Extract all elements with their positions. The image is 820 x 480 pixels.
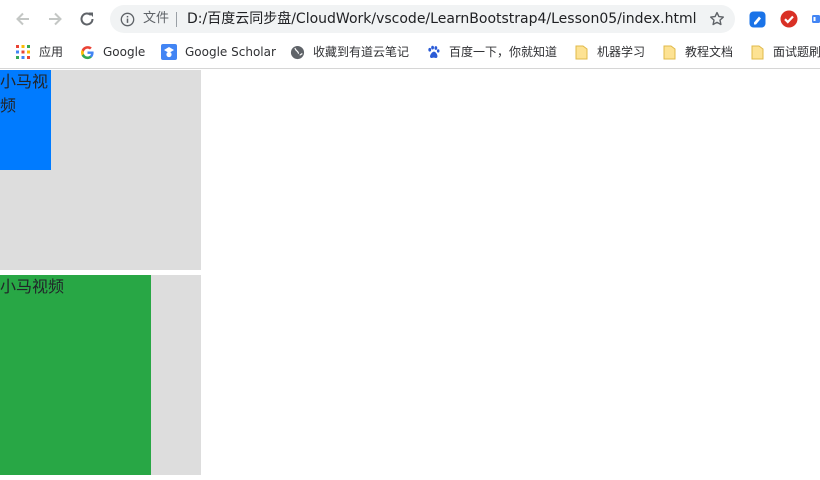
forward-arrow-icon [49, 12, 62, 26]
bookmark-baidu[interactable]: 百度一下，你就知道 [425, 43, 557, 61]
address-bar[interactable]: 文件 D:/百度云同步盘/CloudWork/vscode/LearnBoots… [110, 5, 735, 33]
extension-partial-icon[interactable] [812, 10, 820, 28]
bookmark-folder-ml[interactable]: 机器学习 [573, 43, 645, 61]
folder-icon [749, 44, 765, 60]
green-box-video-text: 小马视频 [0, 275, 151, 475]
back-arrow-icon [16, 12, 29, 26]
browser-toolbar: 文件 D:/百度云同步盘/CloudWork/vscode/LearnBoots… [0, 0, 820, 37]
back-button[interactable] [12, 8, 34, 30]
bookmark-apps[interactable]: 应用 [15, 43, 63, 61]
bookmark-label: 机器学习 [597, 45, 646, 59]
bookmark-label: 收藏到有道云笔记 [313, 45, 410, 59]
bookmark-label: Google [103, 45, 146, 59]
globe-icon [289, 44, 305, 60]
bookmarks-bar: 应用 Google Google Scholar 收藏到有道云笔记 百度一下，你… [0, 37, 820, 69]
baidu-paw-icon [425, 44, 441, 60]
bookmark-folder-docs[interactable]: 教程文档 [661, 43, 733, 61]
bookmark-label: 百度一下，你就知道 [449, 45, 558, 59]
google-icon [79, 44, 95, 60]
address-url[interactable]: D:/百度云同步盘/CloudWork/vscode/LearnBootstra… [187, 10, 697, 28]
bookmark-star-icon[interactable] [708, 10, 726, 28]
forward-button[interactable] [44, 8, 66, 30]
bookmark-label: Google Scholar [185, 45, 276, 59]
google-scholar-icon [161, 44, 177, 60]
bookmark-folder-interview[interactable]: 面试题刷 [749, 43, 820, 61]
extension-blue-icon[interactable] [748, 10, 766, 28]
bookmark-youdao[interactable]: 收藏到有道云笔记 [289, 43, 409, 61]
page-content: 小马视频 小马视频 [0, 69, 820, 480]
bookmark-google[interactable]: Google [79, 43, 145, 61]
reload-icon [80, 12, 94, 26]
bookmark-label: 教程文档 [685, 45, 734, 59]
apps-grid-icon [15, 44, 31, 60]
bookmark-label: 应用 [39, 45, 64, 59]
folder-icon [661, 44, 677, 60]
gray-container-1: 小马视频 [0, 70, 201, 270]
folder-icon [573, 44, 589, 60]
blue-box-video-text: 小马视频 [0, 70, 51, 170]
address-file-label: 文件 [143, 11, 170, 26]
gray-container-2: 小马视频 [0, 275, 201, 475]
extension-red-check-icon[interactable] [780, 10, 798, 28]
bookmark-label: 面试题刷 [773, 45, 820, 59]
address-separator [176, 12, 177, 27]
info-icon[interactable] [119, 11, 135, 27]
bookmark-google-scholar[interactable]: Google Scholar [161, 43, 276, 61]
reload-button[interactable] [76, 8, 98, 30]
